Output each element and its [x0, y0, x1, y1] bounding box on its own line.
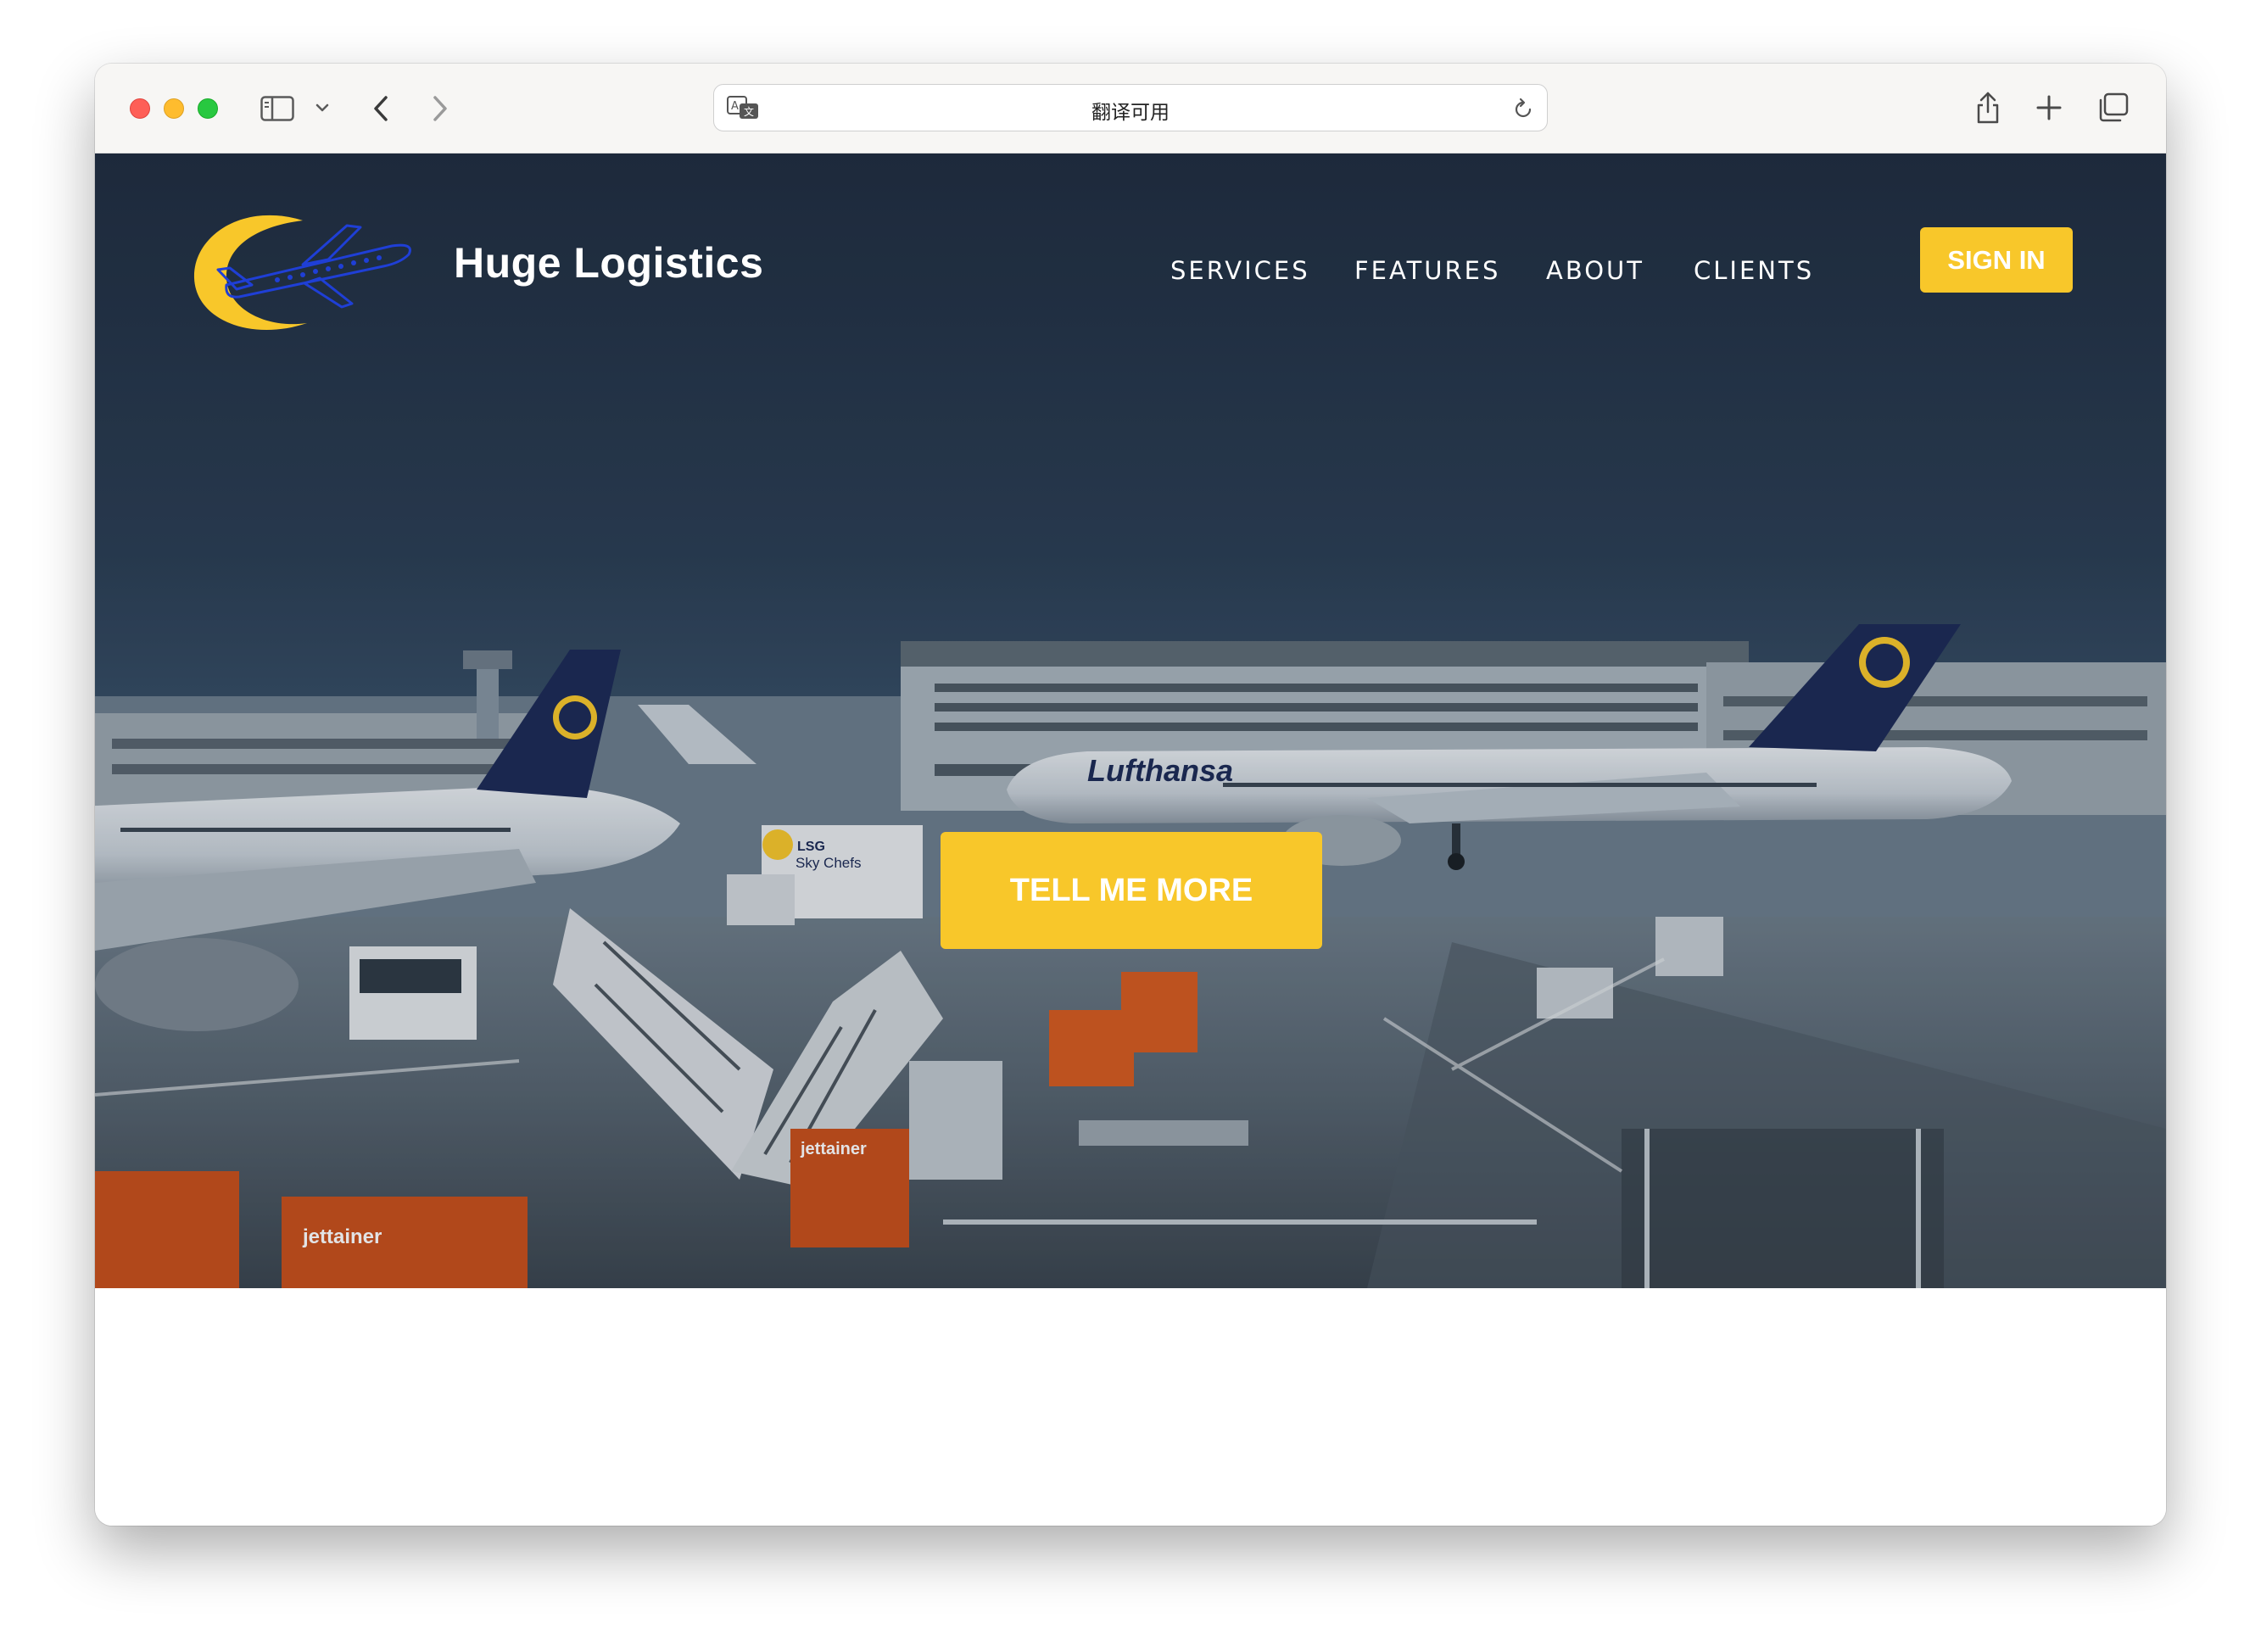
hero-section: Lufthansa LSG Sky Chefs jettainer jettai…	[95, 153, 2166, 1288]
address-text: 翻译可用	[1091, 102, 1170, 124]
tabs-icon[interactable]	[2096, 92, 2129, 123]
nav-clients[interactable]: CLIENTS	[1694, 256, 1814, 285]
nav-services[interactable]: SERVICES	[1170, 256, 1310, 285]
address-bar[interactable]: A 文 翻译可用	[713, 84, 1548, 131]
page-content: Lufthansa LSG Sky Chefs jettainer jettai…	[95, 153, 2166, 1526]
sidebar-icon[interactable]	[260, 96, 294, 121]
brand-name[interactable]: Huge Logistics	[454, 238, 763, 287]
close-window-button[interactable]	[130, 98, 150, 119]
logo-plane-icon	[193, 215, 411, 331]
zoom-window-button[interactable]	[198, 98, 218, 119]
browser-toolbar: A 文 翻译可用	[95, 64, 2166, 153]
minimize-window-button[interactable]	[164, 98, 184, 119]
browser-window: A 文 翻译可用 Lufthansa LSG Sky Chefs jettain…	[95, 64, 2166, 1526]
back-icon[interactable]	[371, 94, 390, 123]
share-icon[interactable]	[1974, 89, 2001, 125]
reload-icon[interactable]	[1511, 98, 1535, 121]
plus-icon[interactable]	[2035, 94, 2063, 121]
sign-in-button[interactable]: SIGN IN	[1920, 227, 2073, 293]
forward-icon[interactable]	[431, 94, 449, 123]
nav-about[interactable]: ABOUT	[1546, 256, 1644, 285]
nav-features[interactable]: FEATURES	[1354, 256, 1500, 285]
tell-me-more-button[interactable]: TELL ME MORE	[941, 832, 1322, 949]
chevron-down-icon[interactable]	[315, 103, 329, 113]
